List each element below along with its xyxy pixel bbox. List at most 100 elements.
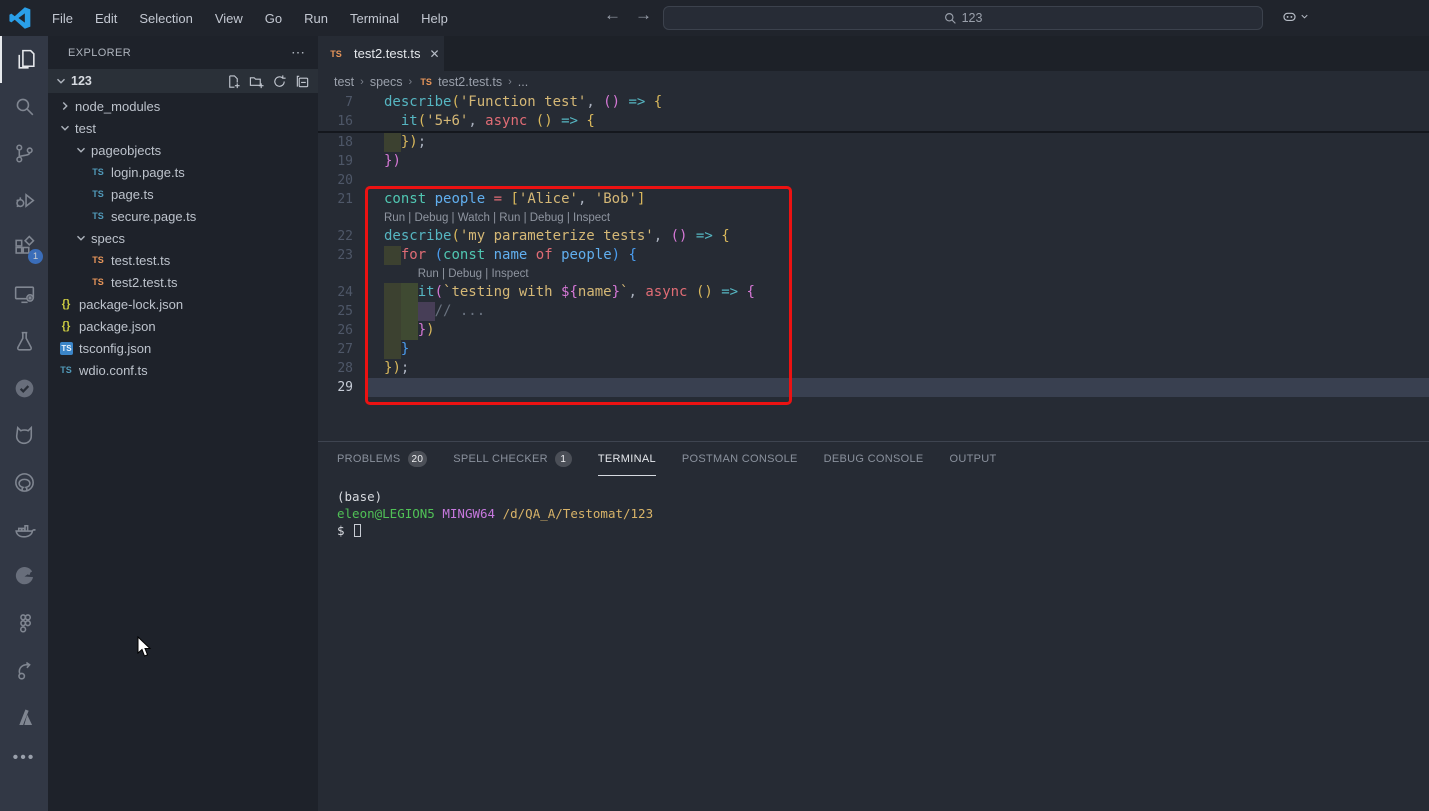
panel-tab-debug-console[interactable]: DEBUG CONSOLE (824, 442, 924, 476)
refresh-icon[interactable] (272, 74, 287, 89)
tree-folder-pageobjects[interactable]: pageobjects (48, 139, 318, 161)
activity-search-icon[interactable] (0, 83, 48, 130)
tab-test2-test-ts[interactable]: TS test2.test.ts ✕ (318, 36, 444, 71)
file-tree: node_modulestestpageobjectsTSlogin.page.… (48, 95, 318, 381)
tree-file-test2.test.ts[interactable]: TStest2.test.ts (48, 271, 318, 293)
typescript-file-icon: TS (90, 211, 106, 221)
code-line-7[interactable]: 7describe('Function test', () => { (318, 93, 1429, 112)
collapse-all-icon[interactable] (295, 74, 310, 89)
codelens-row[interactable]: Run | Debug | Inspect (318, 265, 1429, 283)
explorer-sidebar: EXPLORER ⋯ 123 node_modulestestpageobjec… (48, 36, 318, 811)
activity-docker-icon[interactable] (0, 506, 48, 553)
panel-tab-postman-console[interactable]: POSTMAN CONSOLE (682, 442, 798, 476)
activity-testing-icon[interactable] (0, 318, 48, 365)
activity-check-circle-icon[interactable] (0, 365, 48, 412)
copilot-menu-button[interactable] (1280, 7, 1310, 26)
menu-edit[interactable]: Edit (86, 7, 126, 30)
tree-folder-test[interactable]: test (48, 117, 318, 139)
activity-explorer-icon[interactable] (0, 36, 48, 83)
menu-file[interactable]: File (43, 7, 82, 30)
codelens-row[interactable]: Run | Debug | Watch | Run | Debug | Insp… (318, 209, 1429, 227)
tab-close-icon[interactable]: ✕ (429, 47, 439, 61)
activity-bar: 1 ••• (0, 36, 48, 811)
terminal[interactable]: (base)eleon@LEGION5 MINGW64 /d/QA_A/Test… (318, 476, 1429, 539)
title-bar: FileEditSelectionViewGoRunTerminalHelp ←… (0, 0, 1429, 36)
menu-view[interactable]: View (206, 7, 252, 30)
terminal-cursor (354, 524, 361, 537)
command-search-input[interactable]: 123 (663, 6, 1263, 30)
activity-remote-explorer-icon[interactable] (0, 271, 48, 318)
tree-file-wdio.conf.ts[interactable]: TSwdio.conf.ts (48, 359, 318, 381)
code-line-27[interactable]: 27} (318, 340, 1429, 359)
code-line-24[interactable]: 24it(`testing with ${name}`, async () =>… (318, 283, 1429, 302)
code-line-content: for (const name of people) { (366, 246, 1429, 265)
new-file-icon[interactable] (226, 74, 241, 89)
menu-bar: FileEditSelectionViewGoRunTerminalHelp (43, 7, 457, 30)
workspace-section-header[interactable]: 123 (48, 69, 318, 93)
menu-terminal[interactable]: Terminal (341, 7, 408, 30)
panel-tab-label: PROBLEMS (337, 453, 401, 465)
breadcrumb-item-test[interactable]: test (334, 75, 354, 89)
tree-file-page.ts[interactable]: TSpage.ts (48, 183, 318, 205)
activity-extensions-icon[interactable]: 1 (0, 224, 48, 271)
activity-more-icon[interactable]: ••• (13, 749, 36, 767)
code-line-22[interactable]: 22describe('my parameterize tests', () =… (318, 227, 1429, 246)
typescript-file-icon: TS (90, 189, 106, 199)
terminal-line: (base) (337, 488, 1429, 505)
activity-github-icon[interactable] (0, 459, 48, 506)
code-line-19[interactable]: 19}) (318, 152, 1429, 171)
code-line-28[interactable]: 28}); (318, 359, 1429, 378)
sticky-scroll: 7describe('Function test', () => {16it('… (318, 93, 1429, 133)
code-line-26[interactable]: 26}) (318, 321, 1429, 340)
breadcrumb-item-test2-test-ts[interactable]: TStest2.test.ts (418, 75, 502, 89)
new-folder-icon[interactable] (249, 74, 264, 89)
panel-tab-terminal[interactable]: TERMINAL (598, 442, 656, 476)
code-line-29[interactable]: 29 (318, 378, 1429, 397)
code-line-20[interactable]: 20 (318, 171, 1429, 190)
code-editor[interactable]: 7describe('Function test', () => {16it('… (318, 93, 1429, 441)
code-line-21[interactable]: 21const people = ['Alice', 'Bob'] (318, 190, 1429, 209)
tree-file-test.test.ts[interactable]: TStest.test.ts (48, 249, 318, 271)
tree-folder-specs[interactable]: specs (48, 227, 318, 249)
tree-file-package-lock.json[interactable]: {}package-lock.json (48, 293, 318, 315)
tree-file-login.page.ts[interactable]: TSlogin.page.ts (48, 161, 318, 183)
tree-item-label: login.page.ts (111, 165, 185, 180)
tree-file-secure.page.ts[interactable]: TSsecure.page.ts (48, 205, 318, 227)
code-line-content: const people = ['Alice', 'Bob'] (366, 190, 1429, 209)
activity-live-share-icon[interactable] (0, 647, 48, 694)
tree-item-label: package-lock.json (79, 297, 183, 312)
tree-folder-node_modules[interactable]: node_modules (48, 95, 318, 117)
code-line-25[interactable]: 25// ... (318, 302, 1429, 321)
nav-forward-button[interactable]: → (635, 5, 652, 25)
explorer-more-actions-button[interactable]: ⋯ (291, 44, 306, 61)
menu-run[interactable]: Run (295, 7, 337, 30)
activity-circle-logo-icon[interactable] (0, 553, 48, 600)
breadcrumb-item--[interactable]: ... (518, 75, 528, 89)
activity-figma-icon[interactable] (0, 600, 48, 647)
breadcrumb-item-specs[interactable]: specs (370, 75, 403, 89)
code-line-content: it(`testing with ${name}`, async () => { (366, 283, 1429, 302)
code-line-18[interactable]: 18}); (318, 133, 1429, 152)
menu-selection[interactable]: Selection (130, 7, 201, 30)
panel-tab-spell-checker[interactable]: SPELL CHECKER1 (453, 442, 572, 476)
nav-back-button[interactable]: ← (604, 5, 621, 25)
menu-go[interactable]: Go (256, 7, 291, 30)
activity-run-debug-icon[interactable] (0, 177, 48, 224)
tree-item-label: node_modules (75, 99, 160, 114)
activity-source-control-icon[interactable] (0, 130, 48, 177)
tree-item-label: test.test.ts (111, 253, 170, 268)
breadcrumb-label: test (334, 75, 354, 89)
tree-file-tsconfig.json[interactable]: TStsconfig.json (48, 337, 318, 359)
search-value: 123 (962, 11, 983, 25)
code-line-23[interactable]: 23for (const name of people) { (318, 246, 1429, 265)
line-number: 16 (318, 112, 366, 131)
code-line-16[interactable]: 16it('5+6', async () => { (318, 112, 1429, 131)
terminal-line: $ (337, 522, 1429, 539)
activity-azure-icon[interactable] (0, 694, 48, 741)
panel-tab-problems[interactable]: PROBLEMS20 (337, 442, 427, 476)
code-line-content: describe('Function test', () => { (366, 93, 1429, 112)
panel-tab-output[interactable]: OUTPUT (950, 442, 997, 476)
menu-help[interactable]: Help (412, 7, 457, 30)
tree-file-package.json[interactable]: {}package.json (48, 315, 318, 337)
activity-cat-icon[interactable] (0, 412, 48, 459)
